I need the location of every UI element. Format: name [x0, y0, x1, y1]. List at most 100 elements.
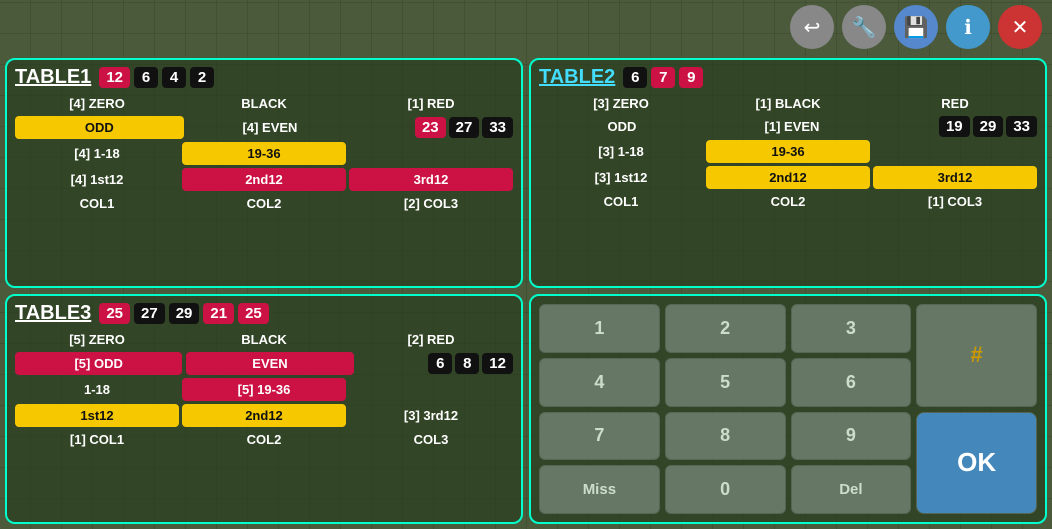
t2-zero: [3] ZERO [539, 94, 703, 113]
t2-1st12: [3] 1st12 [539, 168, 703, 187]
numpad-1[interactable]: 1 [539, 304, 660, 353]
t1-extra-badge-0: 23 [415, 117, 446, 138]
table1-badge-0: 12 [99, 67, 130, 88]
table2-badge-1: 7 [651, 67, 675, 88]
numpad-6[interactable]: 6 [791, 358, 912, 407]
t3-col1: [1] COL1 [15, 430, 179, 449]
numpad-del[interactable]: Del [791, 465, 912, 514]
numpad-hash[interactable]: # [916, 304, 1037, 407]
t3-extra-badges: 6 8 12 [358, 353, 513, 374]
t2-3rd12: 3rd12 [873, 166, 1037, 189]
numpad-8[interactable]: 8 [665, 412, 786, 461]
numpad-panel: 1 2 3 # 4 5 6 7 8 9 OK Miss 0 Del [529, 294, 1047, 524]
t3-extra-badge-1: 8 [455, 353, 479, 374]
table2-row-range: [3] 1-18 19-36 [539, 140, 1037, 163]
t2-black: [1] BLACK [706, 94, 870, 113]
table2-badge-2: 9 [679, 67, 703, 88]
toolbar: ↩ 🔧 💾 ℹ ✕ [790, 5, 1042, 49]
t1-black: BLACK [182, 94, 346, 113]
t2-1936: 19-36 [706, 140, 870, 163]
table3-title: TABLE3 [15, 302, 91, 325]
t3-extra-badge-2: 12 [482, 353, 513, 374]
numpad-0[interactable]: 0 [665, 465, 786, 514]
info-button[interactable]: ℹ [946, 5, 990, 49]
t2-even: [1] EVEN [709, 117, 875, 136]
t1-range-empty [349, 152, 513, 156]
table2-row-zero: [3] ZERO [1] BLACK RED [539, 94, 1037, 113]
t1-3rd12: 3rd12 [349, 168, 513, 191]
table3-header: TABLE3 25 27 29 21 25 [15, 302, 513, 325]
t3-extra-badge-0: 6 [428, 353, 452, 374]
numpad-4[interactable]: 4 [539, 358, 660, 407]
table2-panel: TABLE2 6 7 9 [3] ZERO [1] BLACK RED ODD … [529, 58, 1047, 288]
table3-panel: TABLE3 25 27 29 21 25 [5] ZERO BLACK [2]… [5, 294, 523, 524]
close-button[interactable]: ✕ [998, 5, 1042, 49]
table3-badge-1: 27 [134, 303, 165, 324]
t3-col3: COL3 [349, 430, 513, 449]
t1-red: [1] RED [349, 94, 513, 113]
numpad-miss[interactable]: Miss [539, 465, 660, 514]
numpad-7[interactable]: 7 [539, 412, 660, 461]
t2-extra-badge-0: 19 [939, 116, 970, 137]
save-button[interactable]: 💾 [894, 5, 938, 49]
t1-extra-badge-2: 33 [482, 117, 513, 138]
t2-red: RED [873, 94, 1037, 113]
back-button[interactable]: ↩ [790, 5, 834, 49]
t3-range-empty [349, 388, 513, 392]
t2-range-empty [873, 150, 1037, 154]
t3-red: [2] RED [349, 330, 513, 349]
t1-odd: ODD [15, 116, 184, 139]
table1-row-zero: [4] ZERO BLACK [1] RED [15, 94, 513, 113]
numpad-3[interactable]: 3 [791, 304, 912, 353]
table3-badge-0: 25 [99, 303, 130, 324]
t1-1st12: [4] 1st12 [15, 170, 179, 189]
t3-118: 1-18 [15, 380, 179, 399]
t3-zero: [5] ZERO [15, 330, 179, 349]
numpad-2[interactable]: 2 [665, 304, 786, 353]
table1-row-col: COL1 COL2 [2] COL3 [15, 194, 513, 213]
t3-1st12: 1st12 [15, 404, 179, 427]
table1-row-odd: ODD [4] EVEN 23 27 33 [15, 116, 513, 139]
t2-col2: COL2 [706, 192, 870, 211]
table2-row-odd: ODD [1] EVEN 19 29 33 [539, 116, 1037, 137]
t1-extra-badges: 23 27 33 [356, 117, 513, 138]
table2-row-col: COL1 COL2 [1] COL3 [539, 192, 1037, 211]
main-grid: TABLE1 12 6 4 2 [4] ZERO BLACK [1] RED O… [5, 58, 1047, 524]
table1-badge-2: 4 [162, 67, 186, 88]
t2-2nd12: 2nd12 [706, 166, 870, 189]
wrench-button[interactable]: 🔧 [842, 5, 886, 49]
t3-even: EVEN [186, 352, 353, 375]
table2-header: TABLE2 6 7 9 [539, 66, 1037, 89]
numpad-5[interactable]: 5 [665, 358, 786, 407]
table1-badge-1: 6 [134, 67, 158, 88]
table3-badge-3: 21 [203, 303, 234, 324]
table1-title: TABLE1 [15, 66, 91, 89]
t1-col1: COL1 [15, 194, 179, 213]
table1-panel: TABLE1 12 6 4 2 [4] ZERO BLACK [1] RED O… [5, 58, 523, 288]
t1-col3: [2] COL3 [349, 194, 513, 213]
table2-row-dozen: [3] 1st12 2nd12 3rd12 [539, 166, 1037, 189]
t3-2nd12: 2nd12 [182, 404, 346, 427]
table3-row-zero: [5] ZERO BLACK [2] RED [15, 330, 513, 349]
t2-extra-badge-2: 33 [1006, 116, 1037, 137]
t3-odd: [5] ODD [15, 352, 182, 375]
table3-row-dozen: 1st12 2nd12 [3] 3rd12 [15, 404, 513, 427]
numpad-ok[interactable]: OK [916, 412, 1037, 515]
t1-even: [4] EVEN [188, 118, 353, 137]
t1-1936: 19-36 [182, 142, 346, 165]
t3-3rd12: [3] 3rd12 [349, 406, 513, 425]
table3-badge-2: 29 [169, 303, 200, 324]
t2-col3: [1] COL3 [873, 192, 1037, 211]
table3-badge-4: 25 [238, 303, 269, 324]
t2-extra-badges: 19 29 33 [879, 116, 1037, 137]
t3-black: BLACK [182, 330, 346, 349]
table1-badge-3: 2 [190, 67, 214, 88]
t2-col1: COL1 [539, 192, 703, 211]
table3-row-range: 1-18 [5] 19-36 [15, 378, 513, 401]
t2-extra-badge-1: 29 [973, 116, 1004, 137]
t2-odd: ODD [539, 117, 705, 136]
table3-row-odd: [5] ODD EVEN 6 8 12 [15, 352, 513, 375]
table2-title: TABLE2 [539, 66, 615, 89]
numpad-9[interactable]: 9 [791, 412, 912, 461]
t1-2nd12: 2nd12 [182, 168, 346, 191]
